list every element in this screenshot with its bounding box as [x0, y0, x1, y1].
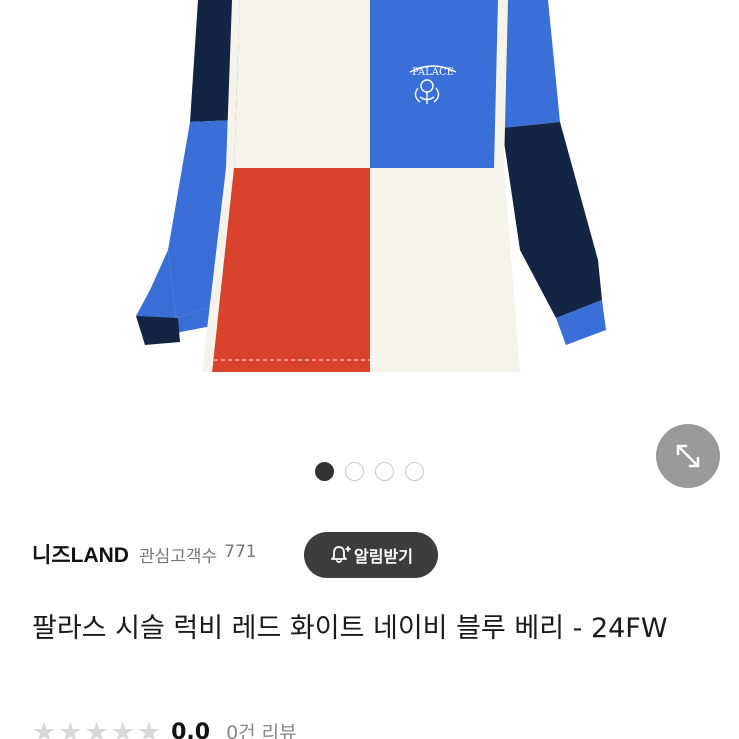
gallery-pagination	[315, 462, 424, 481]
followers-label: 관심고객수	[138, 546, 218, 567]
star-icon: ★	[136, 717, 162, 739]
bell-plus-icon	[331, 546, 351, 564]
notify-button[interactable]: 알림받기	[304, 532, 438, 578]
review-count[interactable]: 0건 리뷰	[226, 718, 297, 739]
shop-name-link[interactable]: 니즈LAND	[32, 539, 129, 569]
shop-info: 니즈LAND 관심고객수 771	[32, 532, 257, 576]
star-icon: ★	[84, 717, 109, 739]
gallery-dot-1[interactable]	[315, 462, 334, 481]
gallery-dot-2[interactable]	[345, 462, 364, 481]
gallery-dot-3[interactable]	[375, 462, 394, 481]
followers-count: 771	[224, 541, 257, 562]
product-title: 팔라스 시슬 럭비 레드 화이트 네이비 블루 베리 - 24FW	[32, 613, 668, 644]
product-image-gallery[interactable]: PALACE	[0, 0, 739, 500]
svg-text:PALACE: PALACE	[412, 67, 454, 78]
gallery-dot-4[interactable]	[405, 462, 424, 481]
followers-info: 관심고객수 771	[139, 542, 257, 567]
rating-value: 0.0	[171, 720, 211, 739]
expand-image-button[interactable]	[656, 424, 720, 488]
star-icon: ★	[58, 717, 83, 739]
notify-label: 알림받기	[354, 547, 413, 566]
rating-row[interactable]: ★ ★ ★ ★ ★ 0.0 0건 리뷰	[32, 718, 297, 739]
star-icon: ★	[110, 717, 135, 739]
expand-arrows-icon	[676, 444, 700, 468]
star-icon: ★	[32, 717, 57, 739]
product-image: PALACE	[136, 0, 606, 372]
